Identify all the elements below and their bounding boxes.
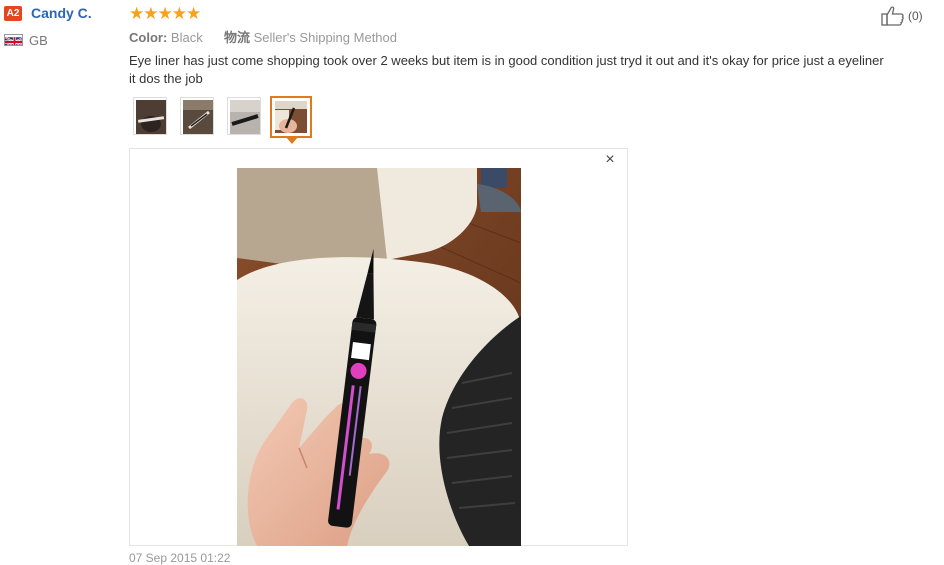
review-text: Eye liner has just come shopping took ov… xyxy=(129,53,884,86)
reviewer-name[interactable]: Candy C. xyxy=(31,5,92,21)
helpful-count: (0) xyxy=(908,9,923,23)
review-attributes: Color: Black 物流 Seller's Shipping Method xyxy=(129,27,397,46)
photo-thumbnail-selected[interactable] xyxy=(270,96,312,138)
color-label: Color: xyxy=(129,30,168,45)
shipping-label: 物流 xyxy=(223,30,250,45)
rating-stars: ★★★★★ xyxy=(129,4,201,23)
photo-thumbnail[interactable] xyxy=(227,97,261,135)
selected-thumbnail-caret xyxy=(286,137,298,144)
shipping-value: Seller's Shipping Method xyxy=(253,30,397,45)
color-value: Black xyxy=(170,30,203,45)
review-date: 07 Sep 2015 01:22 xyxy=(129,551,231,565)
photo-thumbnail[interactable] xyxy=(133,97,167,135)
helpful-button[interactable]: (0) xyxy=(881,6,923,26)
reviewer-level-badge: A2 xyxy=(4,6,22,21)
review-photo xyxy=(237,168,521,546)
photo-thumbnail[interactable] xyxy=(180,97,214,135)
thumbs-up-icon xyxy=(881,6,904,26)
uk-flag-icon xyxy=(4,34,23,46)
close-icon[interactable]: × xyxy=(602,151,618,169)
reviewer-country: GB xyxy=(29,33,48,48)
